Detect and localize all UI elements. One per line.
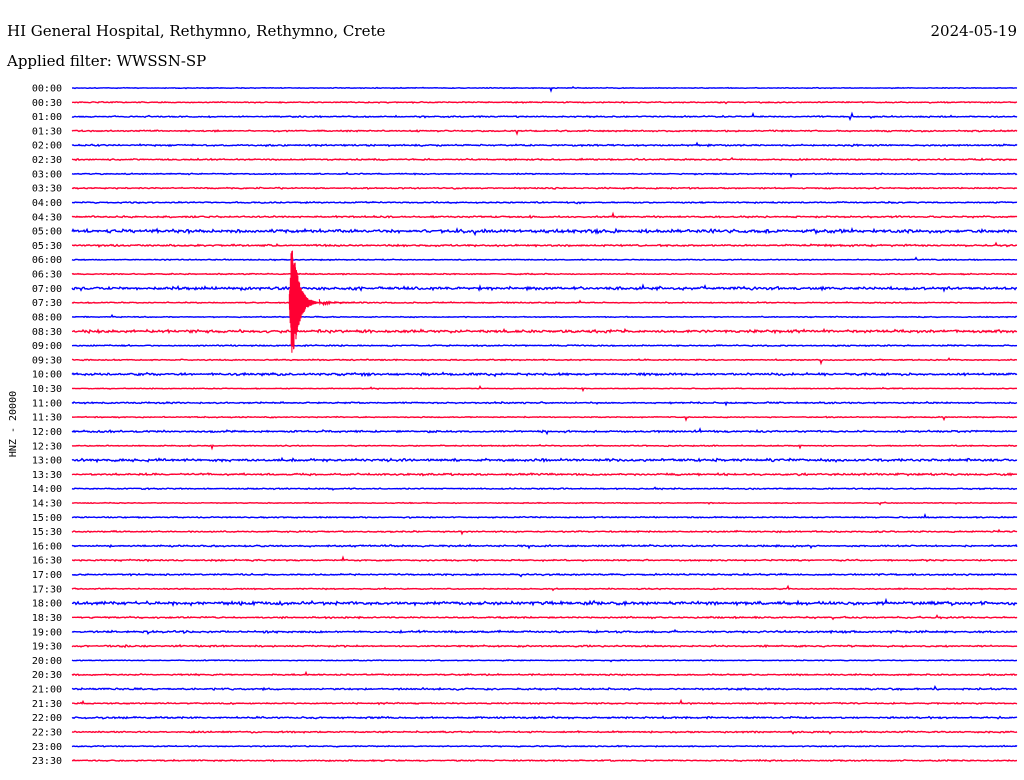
time-label: 01:30: [32, 126, 62, 137]
time-label: 18:30: [32, 613, 62, 624]
helicorder-plot: HI General Hospital, Rethymno, Rethymno,…: [0, 0, 1024, 780]
time-label: 19:30: [32, 642, 62, 653]
time-label: 02:30: [32, 155, 62, 166]
time-label: 23:30: [32, 756, 62, 767]
time-label: 06:30: [32, 270, 62, 281]
station-title: HI General Hospital, Rethymno, Rethymno,…: [7, 22, 385, 40]
time-label: 11:30: [32, 413, 62, 424]
time-label: 11:00: [32, 398, 62, 409]
time-label: 19:00: [32, 627, 62, 638]
time-label: 07:00: [32, 284, 62, 295]
time-label: 13:30: [32, 470, 62, 481]
time-label: 04:00: [32, 198, 62, 209]
time-label: 23:00: [32, 742, 62, 753]
time-label: 17:00: [32, 570, 62, 581]
filter-label: Applied filter: WWSSN-SP: [6, 52, 206, 70]
time-label: 15:30: [32, 527, 62, 538]
time-label: 12:00: [32, 427, 62, 438]
time-label: 22:30: [32, 728, 62, 739]
time-label: 03:30: [32, 184, 62, 195]
time-label: 17:30: [32, 584, 62, 595]
trace-row: [71, 343, 1018, 348]
time-label: 12:30: [32, 441, 62, 452]
time-label: 08:00: [32, 313, 62, 324]
time-label: 22:00: [32, 713, 62, 724]
time-label: 13:00: [32, 456, 62, 467]
time-label: 10:30: [32, 384, 62, 395]
time-label: 20:30: [32, 670, 62, 681]
time-label: 09:30: [32, 355, 62, 366]
time-label: 16:30: [32, 556, 62, 567]
time-label: 01:00: [32, 112, 62, 123]
y-axis-label: HNZ - 20000: [8, 391, 19, 457]
time-label: 06:00: [32, 255, 62, 266]
time-label: 16:00: [32, 541, 62, 552]
time-label: 20:00: [32, 656, 62, 667]
time-label: 14:30: [32, 499, 62, 510]
time-label: 04:30: [32, 212, 62, 223]
time-label: 07:30: [32, 298, 62, 309]
date-label: 2024-05-19: [931, 22, 1017, 40]
time-label: 14:00: [32, 484, 62, 495]
time-label: 21:00: [32, 685, 62, 696]
time-label: 03:00: [32, 169, 62, 180]
time-label: 18:00: [32, 599, 62, 610]
time-label: 05:30: [32, 241, 62, 252]
time-label: 10:00: [32, 370, 62, 381]
time-label: 00:00: [32, 84, 62, 95]
time-label: 08:30: [32, 327, 62, 338]
time-label: 00:30: [32, 98, 62, 109]
time-label: 05:00: [32, 227, 62, 238]
time-label: 15:00: [32, 513, 62, 524]
time-label: 02:00: [32, 141, 62, 152]
time-label: 21:30: [32, 699, 62, 710]
time-label: 09:00: [32, 341, 62, 352]
